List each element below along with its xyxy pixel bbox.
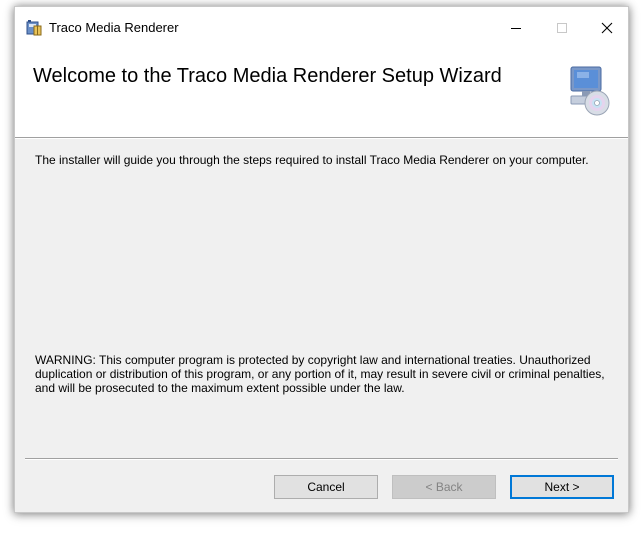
minimize-icon [511, 28, 521, 29]
computer-cd-icon [567, 63, 611, 119]
wizard-header: Welcome to the Traco Media Renderer Setu… [15, 49, 628, 137]
header-divider [15, 137, 628, 139]
title-bar[interactable]: Traco Media Renderer [15, 7, 628, 49]
setup-wizard-window: Traco Media Renderer Welcome to the Trac… [14, 6, 629, 513]
back-button: < Back [392, 475, 496, 499]
minimize-button[interactable] [493, 7, 539, 49]
close-icon [601, 22, 613, 34]
installer-package-icon [25, 19, 43, 37]
footer-divider [25, 458, 618, 460]
close-button[interactable] [584, 7, 628, 49]
intro-text: The installer will guide you through the… [35, 153, 589, 167]
maximize-icon [557, 23, 567, 33]
cancel-button[interactable]: Cancel [274, 475, 378, 499]
page-title: Welcome to the Traco Media Renderer Setu… [33, 65, 502, 87]
next-button[interactable]: Next > [510, 475, 614, 499]
window-title: Traco Media Renderer [49, 20, 179, 35]
maximize-button [539, 7, 585, 49]
copyright-warning-text: WARNING: This computer program is protec… [35, 353, 605, 395]
